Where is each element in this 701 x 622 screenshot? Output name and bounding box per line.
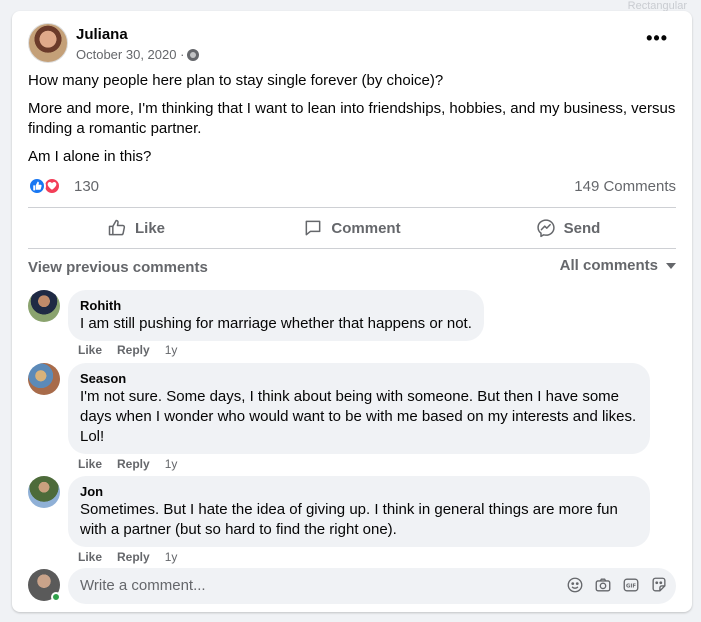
comment-time[interactable]: 1y bbox=[165, 343, 178, 357]
divider bbox=[28, 248, 676, 249]
post-header: Juliana October 30, 2020 · ••• bbox=[28, 22, 676, 64]
globe-icon bbox=[187, 48, 200, 61]
comment-item: Jon Sometimes. But I hate the idea of gi… bbox=[28, 476, 676, 564]
post-card: Juliana October 30, 2020 · ••• How many … bbox=[12, 11, 692, 612]
comment-item: Rohith I am still pushing for marriage w… bbox=[28, 290, 676, 357]
post-actions: Like Comment Send bbox=[28, 208, 676, 248]
commenter-avatar[interactable] bbox=[28, 363, 60, 395]
emoji-icon[interactable] bbox=[566, 576, 584, 594]
comment-label: Comment bbox=[331, 219, 401, 237]
comment-reply-link[interactable]: Reply bbox=[117, 457, 150, 471]
like-label: Like bbox=[134, 219, 165, 237]
thumbs-up-icon bbox=[108, 219, 126, 236]
post-paragraph: How many people here plan to stay single… bbox=[28, 72, 444, 89]
commenter-avatar[interactable] bbox=[28, 476, 60, 508]
comment-reply-link[interactable]: Reply bbox=[117, 343, 150, 357]
comment-button[interactable]: Comment bbox=[244, 208, 460, 248]
svg-text:GIF: GIF bbox=[626, 584, 636, 590]
comment-filter-dropdown[interactable]: All comments bbox=[560, 257, 676, 274]
comment-text: Sometimes. But I hate the idea of giving… bbox=[80, 501, 618, 538]
camera-icon[interactable] bbox=[594, 576, 612, 594]
comment-like-link[interactable]: Like bbox=[78, 343, 102, 357]
composer-tools: GIF bbox=[566, 576, 668, 594]
post-body: How many people here plan to stay single… bbox=[28, 71, 678, 175]
comment-text: I am still pushing for marriage whether … bbox=[80, 315, 472, 332]
comment-text: I'm not sure. Some days, I think about b… bbox=[80, 388, 637, 445]
post-paragraph: Am I alone in this? bbox=[28, 148, 152, 165]
like-reaction-icon bbox=[28, 177, 46, 195]
post-meta: October 30, 2020 · bbox=[76, 47, 200, 62]
comment-reply-link[interactable]: Reply bbox=[117, 550, 150, 564]
comment-actions: Like Reply 1y bbox=[78, 457, 177, 471]
gif-icon[interactable]: GIF bbox=[622, 576, 640, 594]
online-status-dot bbox=[51, 592, 61, 602]
like-button[interactable]: Like bbox=[28, 208, 244, 248]
send-label: Send bbox=[563, 219, 601, 237]
reaction-icons[interactable] bbox=[28, 177, 61, 195]
comment-count[interactable]: 149 Comments bbox=[574, 178, 676, 195]
comment-input[interactable]: Write a comment... bbox=[80, 577, 206, 594]
comment-actions: Like Reply 1y bbox=[78, 550, 177, 564]
comment-actions: Like Reply 1y bbox=[78, 343, 177, 357]
comment-like-link[interactable]: Like bbox=[78, 550, 102, 564]
comment-bubble: Season I'm not sure. Some days, I think … bbox=[68, 363, 650, 454]
commenter-name[interactable]: Jon bbox=[80, 484, 638, 500]
reaction-count[interactable]: 130 bbox=[74, 178, 99, 195]
comment-icon bbox=[305, 220, 321, 236]
commenter-avatar[interactable] bbox=[28, 290, 60, 322]
view-previous-comments[interactable]: View previous comments bbox=[28, 259, 208, 276]
comment-bubble: Jon Sometimes. But I hate the idea of gi… bbox=[68, 476, 650, 547]
comment-filter-label: All comments bbox=[559, 257, 658, 274]
commenter-name[interactable]: Season bbox=[80, 371, 638, 387]
comment-item: Season I'm not sure. Some days, I think … bbox=[28, 363, 676, 471]
commenter-name[interactable]: Rohith bbox=[80, 298, 472, 314]
more-icon[interactable]: ••• bbox=[646, 28, 668, 49]
author-name[interactable]: Juliana bbox=[76, 26, 128, 43]
post-paragraph: More and more, I'm thinking that I want … bbox=[28, 100, 676, 137]
author-avatar[interactable] bbox=[28, 23, 68, 63]
comment-like-link[interactable]: Like bbox=[78, 457, 102, 471]
post-date[interactable]: October 30, 2020 · bbox=[76, 47, 184, 62]
comment-bubble: Rohith I am still pushing for marriage w… bbox=[68, 290, 484, 341]
reactions-bar: 130 149 Comments bbox=[28, 175, 676, 197]
comment-time[interactable]: 1y bbox=[165, 550, 178, 564]
send-button[interactable]: Send bbox=[460, 208, 676, 248]
caret-down-icon bbox=[666, 262, 676, 269]
comment-time[interactable]: 1y bbox=[165, 457, 178, 471]
comment-input-box[interactable]: Write a comment... GIF bbox=[68, 568, 676, 604]
sticker-icon[interactable] bbox=[650, 576, 668, 594]
comment-composer: Write a comment... GIF bbox=[28, 568, 676, 604]
messenger-icon bbox=[536, 219, 555, 238]
